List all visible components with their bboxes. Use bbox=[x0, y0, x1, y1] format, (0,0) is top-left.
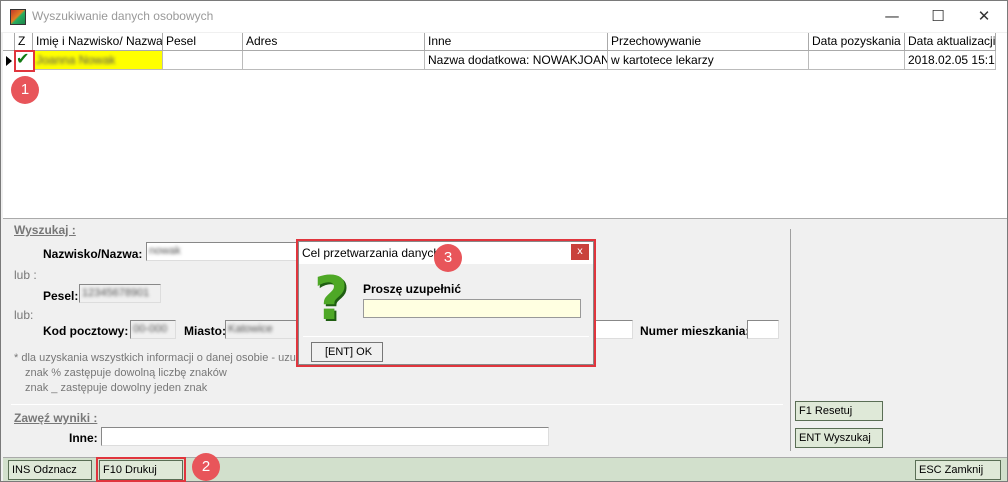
pesel-label: Pesel: bbox=[43, 289, 79, 303]
current-row-indicator-icon bbox=[6, 56, 12, 66]
other-label: Inne: bbox=[69, 431, 98, 445]
cell-data-pozyskania[interactable] bbox=[809, 51, 905, 70]
annotation-badge-2: 2 bbox=[192, 453, 220, 481]
app-icon bbox=[10, 9, 26, 25]
close-button[interactable]: ✕ bbox=[961, 1, 1007, 32]
annotation-badge-1: 1 bbox=[11, 76, 39, 104]
narrow-results-section-label: Zawęź wyniki : bbox=[14, 411, 98, 425]
pesel-field[interactable]: 12345678901 bbox=[79, 284, 161, 303]
row-indicator-header bbox=[3, 33, 15, 51]
close-window-button[interactable]: ESC Zamknij bbox=[915, 460, 1001, 480]
or-label-2: lub: bbox=[14, 308, 34, 322]
section-divider bbox=[11, 404, 783, 405]
bottom-toolbar: INS Odznacz F10 Drukuj 2 ESC Zamknij bbox=[3, 453, 1007, 482]
postal-code-field[interactable]: 00-000 bbox=[130, 320, 176, 339]
city-field[interactable]: Katowice bbox=[225, 320, 303, 339]
column-header-inne[interactable]: Inne bbox=[425, 33, 608, 51]
window-title: Wyszukiwanie danych osobowych bbox=[32, 9, 214, 23]
note-line-1: * dla uzyskania wszystkich informacji o … bbox=[14, 352, 322, 364]
column-header-name[interactable]: Imię i Nazwisko/ Nazwa bbox=[33, 33, 163, 51]
apartment-number-field[interactable] bbox=[747, 320, 779, 339]
cell-przechowywanie[interactable]: w kartotece lekarzy bbox=[608, 51, 809, 70]
postal-code-label: Kod pocztowy: bbox=[43, 324, 129, 338]
name-field[interactable]: nowak bbox=[146, 242, 306, 261]
results-grid[interactable]: Z Imię i Nazwisko/ Nazwa Pesel Adres Inn… bbox=[3, 33, 1007, 219]
search-section-label: Wyszukaj : bbox=[14, 223, 76, 237]
annotation-badge-3: 3 bbox=[434, 244, 462, 272]
column-header-data-aktualizacji[interactable]: Data aktualizacji bbox=[905, 33, 996, 51]
cell-data-aktualizacji[interactable]: 2018.02.05 15:19 bbox=[905, 51, 996, 70]
cell-pesel[interactable] bbox=[163, 51, 243, 70]
reset-button[interactable]: F1 Resetuj bbox=[795, 401, 883, 421]
column-header-adres[interactable]: Adres bbox=[243, 33, 425, 51]
title-bar: Wyszukiwanie danych osobowych — ☐ ✕ bbox=[1, 1, 1007, 32]
annotation-box-1 bbox=[14, 50, 35, 72]
or-label-1: lub : bbox=[14, 268, 37, 282]
street-field[interactable] bbox=[595, 320, 633, 339]
maximize-button[interactable]: ☐ bbox=[915, 1, 961, 32]
apartment-number-label: Numer mieszkania: bbox=[640, 324, 750, 338]
name-label: Nazwisko/Nazwa: bbox=[43, 247, 143, 261]
note-line-2: znak % zastępuje dowolną liczbę znaków bbox=[25, 367, 227, 379]
note-line-3: znak _ zastępuje dowolny jeden znak bbox=[25, 382, 208, 394]
annotation-box-2 bbox=[96, 457, 186, 482]
search-button[interactable]: ENT Wyszukaj bbox=[795, 428, 883, 448]
unmark-button[interactable]: INS Odznacz bbox=[8, 460, 92, 480]
other-filter-field[interactable] bbox=[101, 427, 549, 446]
minimize-button[interactable]: — bbox=[869, 1, 915, 32]
city-label: Miasto: bbox=[184, 324, 226, 338]
column-header-pesel[interactable]: Pesel bbox=[163, 33, 243, 51]
vertical-divider bbox=[790, 229, 791, 451]
column-header-data-pozyskania[interactable]: Data pozyskania bbox=[809, 33, 905, 51]
column-header-przechowywanie[interactable]: Przechowywanie bbox=[608, 33, 809, 51]
cell-inne[interactable]: Nazwa dodatkowa: NOWAKJOANNA bbox=[425, 51, 608, 70]
cell-adres[interactable] bbox=[243, 51, 425, 70]
cell-name[interactable]: Joanna Nowak bbox=[33, 51, 163, 70]
